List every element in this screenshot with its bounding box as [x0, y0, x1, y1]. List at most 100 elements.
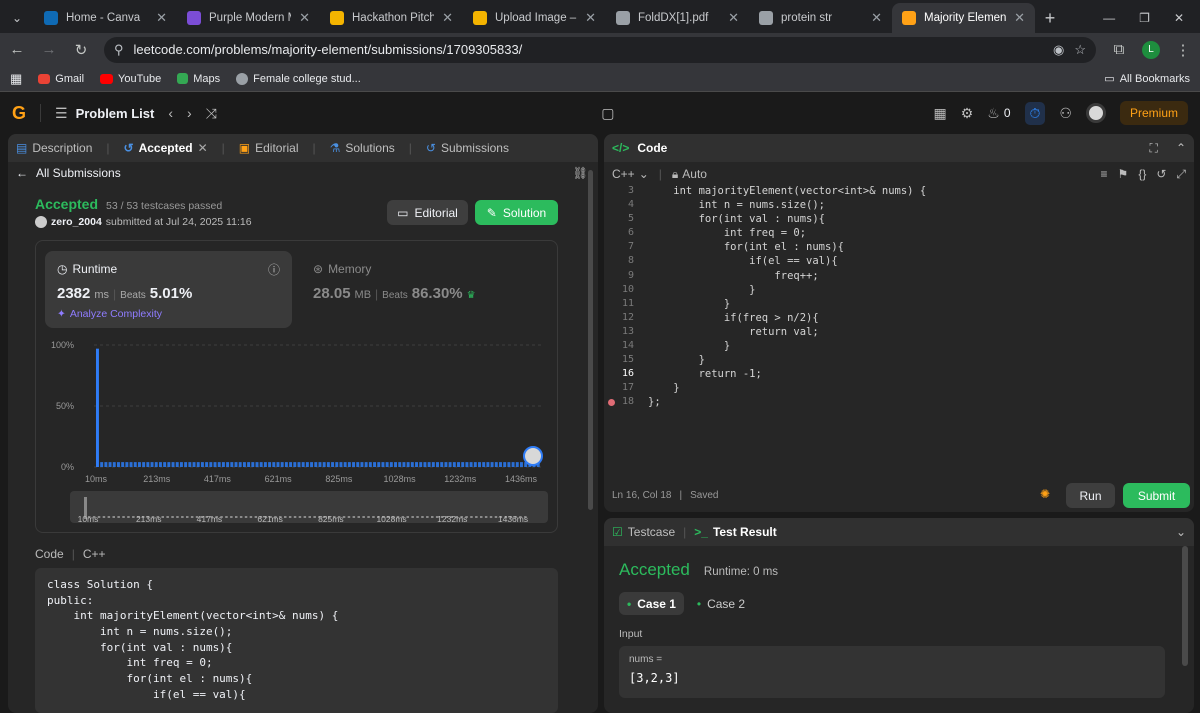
chart-bar[interactable] [238, 462, 242, 467]
add-friend-icon[interactable]: ⚇ [1059, 105, 1072, 122]
chart-bar[interactable] [146, 462, 150, 467]
forward-icon[interactable]: → [40, 41, 58, 58]
tab-editorial[interactable]: ▣ Editorial [239, 141, 299, 155]
restore-icon[interactable]: ❐ [1139, 11, 1150, 25]
bookmark-youtube[interactable]: YouTube [100, 73, 161, 85]
chart-bar[interactable] [461, 462, 465, 467]
chart-bar[interactable] [423, 462, 427, 467]
runtime-distribution-chart[interactable]: 100% 50% 0% 10ms 213ms 417ms 621ms 825ms 1028ms 1… [36, 241, 559, 534]
chart-bar[interactable] [154, 462, 158, 467]
code-editor[interactable]: 3 int majorityElement(vector<int>& nums)… [604, 184, 1184, 414]
submitter-name[interactable]: zero_2004 [51, 216, 102, 228]
tab-accepted[interactable]: ↺ Accepted ✕ [124, 141, 208, 155]
chart-bar[interactable] [394, 462, 398, 467]
chart-bar[interactable] [452, 462, 456, 467]
chart-bar[interactable] [280, 462, 284, 467]
chart-bar[interactable] [415, 462, 418, 467]
tab-solutions[interactable]: ⚗ Solutions [330, 141, 395, 155]
editor-line[interactable]: 7 for(int el : nums){ [604, 240, 1184, 254]
bookmark-star-icon[interactable]: ☆ [1074, 42, 1086, 58]
chart-bar[interactable] [272, 462, 276, 467]
chart-bar[interactable] [104, 462, 108, 467]
chart-bar[interactable] [158, 462, 162, 467]
chart-bar[interactable] [301, 462, 305, 467]
editor-line[interactable]: 6 int freq = 0; [604, 226, 1184, 240]
all-bookmarks[interactable]: ▭ All Bookmarks [1104, 72, 1190, 86]
chart-bar[interactable] [184, 462, 188, 467]
editor-line[interactable]: 8 if(el == val){ [604, 254, 1184, 268]
close-window-icon[interactable]: ✕ [1174, 11, 1184, 25]
site-info-icon[interactable]: ⚲ [114, 42, 124, 58]
chart-bar[interactable] [142, 462, 146, 467]
profile-avatar[interactable]: L [1142, 40, 1160, 59]
chart-bar[interactable] [343, 462, 347, 467]
chart-bar[interactable] [289, 462, 293, 467]
menu-icon[interactable]: ⋮ [1174, 41, 1192, 59]
chart-bar[interactable] [259, 462, 263, 467]
new-tab-icon[interactable]: + [1035, 3, 1065, 33]
chart-bar[interactable] [360, 462, 364, 467]
collapse-icon[interactable]: ⌄ [1176, 525, 1186, 539]
layout-icon[interactable]: ▦ [933, 105, 946, 122]
tab-search-icon[interactable]: ⌄ [0, 3, 34, 33]
editor-line[interactable]: 13 return val; [604, 325, 1184, 339]
maximize-icon[interactable]: ⛶ [1150, 141, 1158, 156]
chart-bar[interactable] [200, 462, 204, 467]
close-tab-icon[interactable]: ✕ [728, 10, 739, 26]
bookmark-gmail[interactable]: Gmail [38, 73, 84, 85]
extensions-icon[interactable]: ⧉ [1110, 41, 1128, 58]
chart-bar[interactable] [116, 462, 120, 467]
chart-bar[interactable] [347, 462, 351, 467]
chart-bar[interactable] [305, 462, 309, 467]
list-icon[interactable]: ☰ [55, 105, 68, 122]
chart-bar[interactable] [520, 462, 523, 467]
chart-bar[interactable] [410, 462, 414, 467]
reload-icon[interactable]: ↻ [72, 41, 90, 59]
chart-bar[interactable] [167, 462, 171, 467]
chart-bar[interactable] [373, 462, 377, 467]
chart-bar[interactable] [196, 462, 200, 467]
chart-bar[interactable] [234, 462, 238, 467]
chart-bar[interactable] [179, 462, 183, 467]
editor-line[interactable]: 14 } [604, 339, 1184, 353]
chart-bar[interactable] [100, 462, 104, 467]
user-marker-avatar[interactable] [523, 446, 543, 466]
minimize-icon[interactable]: — [1103, 11, 1115, 25]
format-icon[interactable]: ≡ [1101, 167, 1108, 181]
chart-bar[interactable] [293, 462, 297, 467]
chart-bar[interactable] [314, 462, 318, 467]
editor-line[interactable]: 16 return -1; [604, 367, 1184, 381]
leetcode-logo-icon[interactable]: G [12, 103, 26, 124]
chart-bar[interactable] [276, 462, 280, 467]
chart-bar[interactable] [431, 462, 435, 467]
chart-bar[interactable] [494, 462, 498, 467]
editor-line[interactable]: 18}; [604, 395, 1184, 409]
chart-bar[interactable] [108, 462, 112, 467]
chart-bar[interactable] [137, 462, 141, 467]
all-submissions-link[interactable]: ← All Submissions [16, 166, 121, 180]
editor-line[interactable]: 11 } [604, 297, 1184, 311]
chart-bar[interactable] [515, 462, 519, 467]
chart-bar[interactable] [326, 462, 330, 467]
problem-list-link[interactable]: Problem List [76, 106, 155, 121]
chart-bar[interactable] [339, 462, 343, 467]
submit-button[interactable]: Submit [1123, 483, 1190, 508]
bookmark-maps[interactable]: Maps [177, 73, 220, 85]
chart-bar[interactable] [486, 462, 490, 467]
chart-bar[interactable] [226, 462, 230, 467]
chart-bar[interactable] [322, 462, 326, 467]
collapse-icon[interactable]: ⌃ [1176, 141, 1186, 155]
streak-counter[interactable]: ♨ 0 [987, 105, 1010, 122]
browser-tab[interactable]: Hackathon Pitch Dec ✕ [320, 3, 463, 33]
notes-icon[interactable]: ▢ [601, 105, 614, 122]
browser-tab[interactable]: Purple Modern Minim ✕ [177, 3, 320, 33]
result-scrollbar[interactable] [1182, 546, 1188, 666]
bookmark-icon[interactable]: ⚑ [1118, 167, 1129, 181]
next-problem-icon[interactable]: › [187, 105, 192, 121]
browser-tab[interactable]: Home - Canva ✕ [34, 3, 177, 33]
fullscreen-icon[interactable]: ⤢ [1176, 167, 1186, 182]
browser-tab[interactable]: Majority Element - Le ✕ [892, 3, 1035, 33]
chart-bar[interactable] [356, 462, 360, 467]
chart-bar[interactable] [192, 462, 196, 467]
chart-bar[interactable] [221, 462, 225, 467]
